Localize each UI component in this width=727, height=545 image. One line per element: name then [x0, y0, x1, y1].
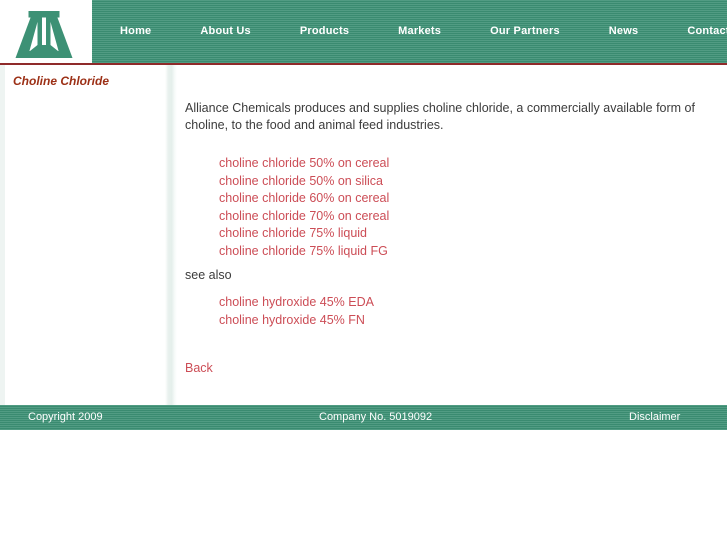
product-link-choline-hydroxide-45-eda[interactable]: choline hydroxide 45% EDA: [219, 294, 374, 312]
see-also-label: see also: [185, 268, 232, 282]
nav-item-home[interactable]: Home: [120, 0, 151, 63]
page-title: Choline Chloride: [13, 74, 109, 88]
back-link[interactable]: Back: [185, 361, 213, 375]
product-link-list: choline chloride 50% on cereal choline c…: [219, 155, 389, 260]
sidebar: Choline Chloride: [0, 65, 165, 405]
header-bottom-rule: [0, 63, 727, 65]
product-link-choline-chloride-50-silica[interactable]: choline chloride 50% on silica: [219, 173, 389, 191]
footer-company-number: Company No. 5019092: [319, 411, 433, 423]
site-footer: Copyright 2009 Company No. 5019092 Discl…: [0, 405, 727, 430]
page-root: Home About Us Products Markets Our Partn…: [0, 0, 727, 545]
product-link-choline-chloride-60-cereal[interactable]: choline chloride 60% on cereal: [219, 190, 389, 208]
primary-navigation: Home About Us Products Markets Our Partn…: [92, 0, 727, 63]
content-area: Choline Chloride Alliance Chemicals prod…: [0, 65, 727, 405]
column-divider: [165, 65, 177, 405]
product-link-choline-hydroxide-45-fn[interactable]: choline hydroxide 45% FN: [219, 312, 374, 330]
site-header: Home About Us Products Markets Our Partn…: [0, 0, 727, 65]
product-link-choline-chloride-70-cereal[interactable]: choline chloride 70% on cereal: [219, 208, 389, 226]
footer-disclaimer-link[interactable]: Disclaimer: [629, 405, 680, 430]
nav-item-about-us[interactable]: About Us: [200, 0, 250, 63]
nav-item-products[interactable]: Products: [300, 0, 349, 63]
nav-item-markets[interactable]: Markets: [398, 0, 441, 63]
page-background-below-fold: [0, 430, 727, 545]
nav-item-our-partners[interactable]: Our Partners: [490, 0, 560, 63]
product-link-choline-chloride-75-liquid-fg[interactable]: choline chloride 75% liquid FG: [219, 243, 389, 261]
main-content: Alliance Chemicals produces and supplies…: [177, 65, 727, 405]
footer-copyright: Copyright 2009: [28, 411, 103, 423]
intro-paragraph: Alliance Chemicals produces and supplies…: [185, 100, 695, 132]
alliance-chemicals-logo-icon[interactable]: [14, 5, 74, 62]
product-link-choline-chloride-50-cereal[interactable]: choline chloride 50% on cereal: [219, 155, 389, 173]
nav-item-news[interactable]: News: [609, 0, 639, 63]
related-link-list: choline hydroxide 45% EDA choline hydrox…: [219, 294, 374, 329]
product-link-choline-chloride-75-liquid[interactable]: choline chloride 75% liquid: [219, 225, 389, 243]
nav-item-contact-us[interactable]: Contact Us: [687, 0, 727, 63]
